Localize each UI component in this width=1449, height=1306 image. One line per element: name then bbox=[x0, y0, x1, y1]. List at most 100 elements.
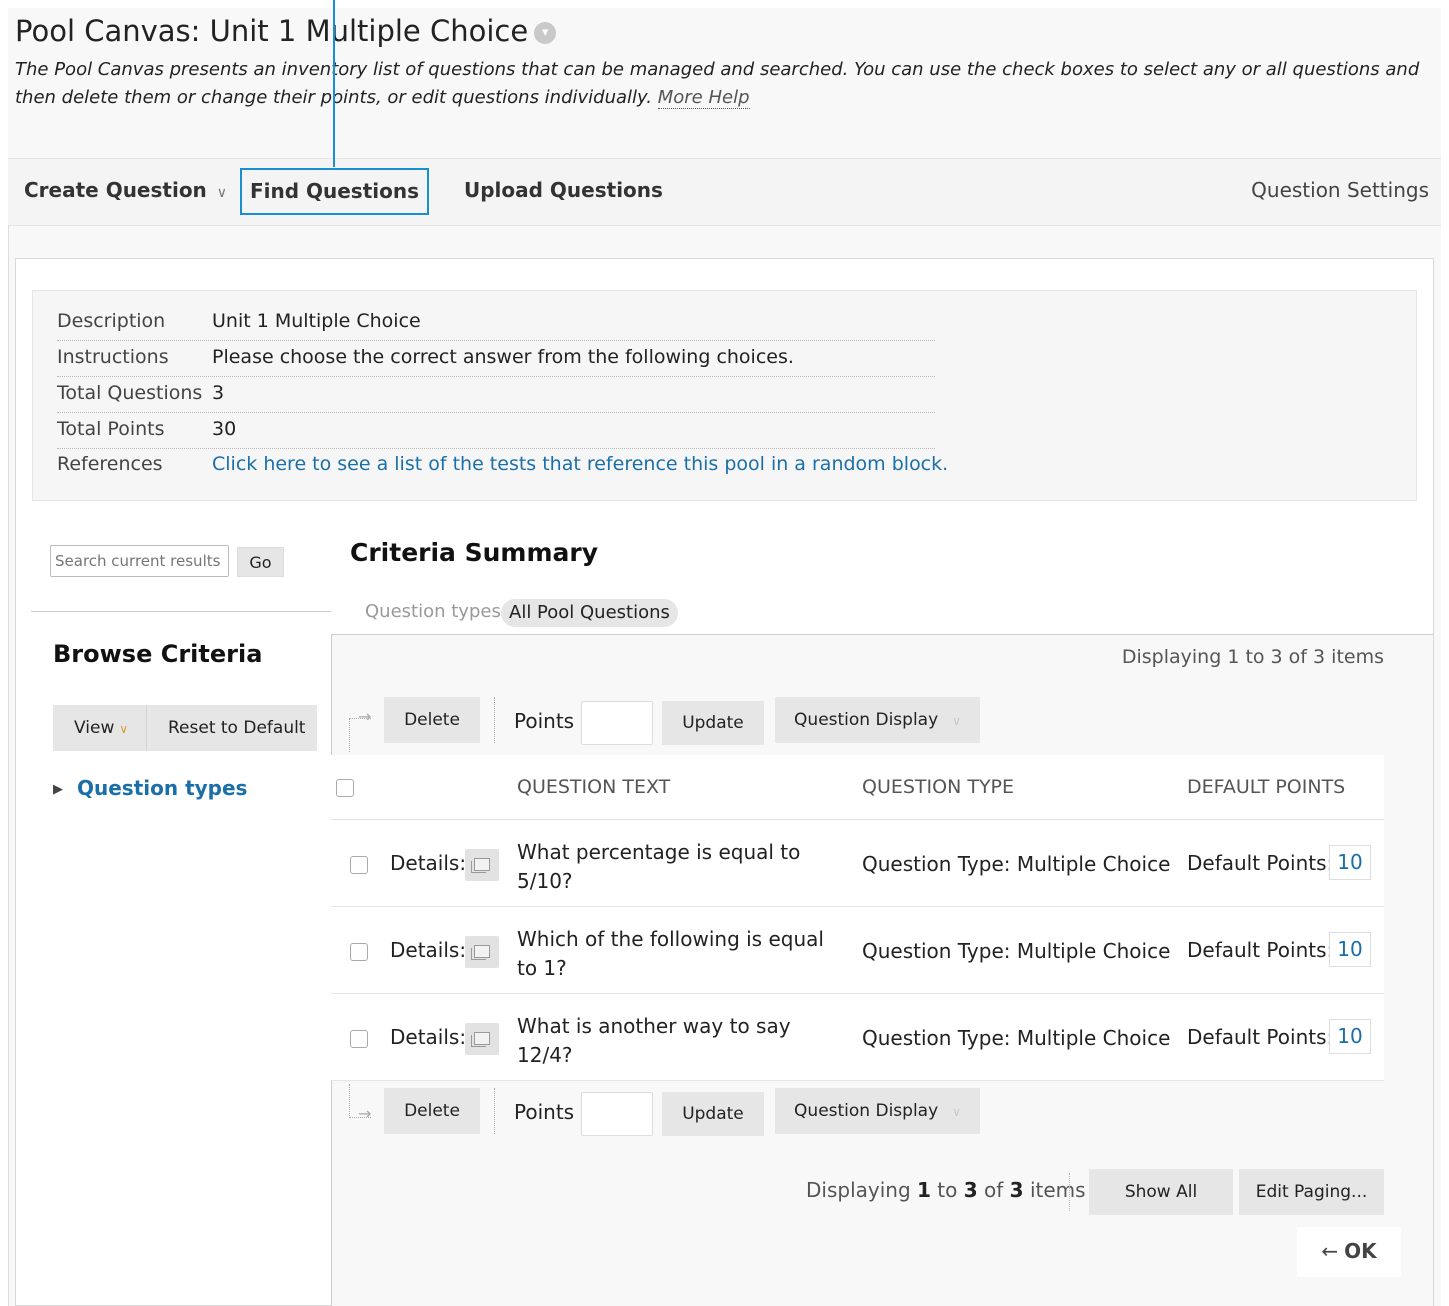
info-label: Instructions bbox=[57, 346, 169, 368]
update-button[interactable]: Update bbox=[662, 701, 764, 745]
view-reset-bar: View ∨ Reset to Default bbox=[53, 705, 317, 751]
delete-button[interactable]: Delete bbox=[384, 1088, 480, 1134]
question-display-label: Question Display bbox=[794, 710, 939, 730]
column-header-default-points[interactable]: DEFAULT POINTS bbox=[1187, 776, 1345, 798]
row-checkbox[interactable] bbox=[350, 1030, 368, 1048]
page-title-text: Pool Canvas: Unit 1 Multiple Choice bbox=[15, 14, 529, 48]
table-row: Details: Which of the following is equal… bbox=[331, 907, 1384, 994]
points-input[interactable] bbox=[581, 1092, 653, 1136]
details-label: Details: bbox=[390, 1025, 467, 1049]
view-button[interactable]: View ∨ bbox=[74, 718, 128, 738]
action-bar: Create Question ∨ Find Questions Upload Q… bbox=[8, 158, 1441, 226]
details-label: Details: bbox=[390, 851, 467, 875]
range-start: 1 bbox=[917, 1178, 931, 1202]
question-types-label: Question types bbox=[77, 776, 248, 800]
question-display-button[interactable]: Question Display ∨ bbox=[775, 1088, 980, 1134]
info-value: Unit 1 Multiple Choice bbox=[212, 310, 421, 332]
criteria-summary-heading: Criteria Summary bbox=[350, 538, 599, 567]
table-header: QUESTION TEXT QUESTION TYPE DEFAULT POIN… bbox=[331, 755, 1384, 820]
browse-criteria-heading: Browse Criteria bbox=[53, 640, 263, 668]
question-type: Question Type: Multiple Choice bbox=[862, 939, 1171, 963]
details-label: Details: bbox=[390, 938, 467, 962]
page-title: Pool Canvas: Unit 1 Multiple Choice ▾ bbox=[15, 14, 557, 48]
criteria-pill[interactable]: All Pool Questions bbox=[501, 599, 678, 627]
find-questions-button[interactable]: Find Questions bbox=[240, 168, 429, 215]
column-header-question-type[interactable]: QUESTION TYPE bbox=[862, 776, 1014, 798]
double-chevron-down-icon: ∨ bbox=[119, 722, 129, 736]
default-points-value[interactable]: 10 bbox=[1329, 1019, 1371, 1054]
double-chevron-down-icon: ∨ bbox=[952, 714, 961, 728]
ok-button[interactable]: ← OK bbox=[1297, 1227, 1401, 1277]
range-end: 3 bbox=[963, 1178, 978, 1202]
default-points-value[interactable]: 10 bbox=[1329, 845, 1371, 880]
column-header-question-text[interactable]: QUESTION TEXT bbox=[517, 776, 670, 798]
chevron-down-circle-icon[interactable]: ▾ bbox=[534, 22, 557, 44]
divider bbox=[494, 697, 495, 743]
more-help-link[interactable]: More Help bbox=[657, 87, 750, 109]
of-word: of bbox=[984, 1178, 1004, 1202]
question-settings-link[interactable]: Question Settings bbox=[1251, 178, 1429, 202]
question-text: What is another way to say 12/4? bbox=[517, 1014, 791, 1067]
question-text: Which of the following is equal to 1? bbox=[517, 927, 824, 980]
preview-window-icon[interactable] bbox=[465, 936, 499, 968]
question-display-button[interactable]: Question Display ∨ bbox=[775, 697, 980, 743]
preview-window-icon[interactable] bbox=[465, 1023, 499, 1055]
row-checkbox[interactable] bbox=[350, 943, 368, 961]
points-label: Points bbox=[514, 709, 575, 733]
page-instructions: The Pool Canvas presents an inventory li… bbox=[15, 56, 1435, 112]
info-label: References bbox=[57, 453, 163, 475]
row-checkbox[interactable] bbox=[350, 856, 368, 874]
points-label: Points bbox=[514, 1100, 575, 1124]
show-all-button[interactable]: Show All bbox=[1089, 1169, 1233, 1215]
preview-window-icon[interactable] bbox=[465, 849, 499, 881]
table-row: Details: What is another way to say 12/4… bbox=[331, 994, 1384, 1081]
info-row-description: Description Unit 1 Multiple Choice bbox=[57, 305, 935, 341]
create-question-label: Create Question bbox=[24, 178, 207, 202]
divider bbox=[1069, 1173, 1070, 1211]
double-chevron-down-icon: ∨ bbox=[952, 1105, 961, 1119]
to-word: to bbox=[937, 1178, 958, 1202]
info-label: Description bbox=[57, 310, 166, 332]
upload-questions-button[interactable]: Upload Questions bbox=[464, 178, 663, 202]
displaying-count: Displaying 1 to 3 of 3 items bbox=[1121, 646, 1384, 668]
update-button[interactable]: Update bbox=[662, 1092, 764, 1136]
pool-info-box: Description Unit 1 Multiple Choice Instr… bbox=[32, 290, 1417, 501]
info-row-total-questions: Total Questions 3 bbox=[57, 377, 935, 413]
criteria-label: Question types bbox=[365, 601, 501, 622]
reset-to-default-button[interactable]: Reset to Default bbox=[168, 718, 305, 738]
points-input[interactable] bbox=[581, 701, 653, 745]
bulk-arrow-icon: → bbox=[349, 707, 371, 752]
expand-triangle-icon: ▶ bbox=[53, 782, 63, 797]
info-row-instructions: Instructions Please choose the correct a… bbox=[57, 341, 935, 377]
question-display-label: Question Display bbox=[794, 1101, 939, 1121]
edit-paging-button[interactable]: Edit Paging... bbox=[1239, 1169, 1384, 1215]
divider bbox=[146, 705, 147, 751]
info-label: Total Points bbox=[57, 418, 165, 440]
info-value: Please choose the correct answer from th… bbox=[212, 346, 794, 368]
bulk-arrow-icon: → bbox=[349, 1084, 371, 1123]
default-points-value[interactable]: 10 bbox=[1329, 932, 1371, 967]
info-label: Total Questions bbox=[57, 382, 203, 404]
question-type: Question Type: Multiple Choice bbox=[862, 1026, 1171, 1050]
chevron-down-icon: ∨ bbox=[216, 185, 228, 201]
info-row-references: References Click here to see a list of t… bbox=[57, 448, 948, 484]
info-value: 3 bbox=[212, 382, 225, 404]
displaying-count-bottom: Displaying 1 to 3 of 3 items bbox=[806, 1178, 1086, 1202]
arrow-left-icon: ← bbox=[1321, 1239, 1339, 1263]
search-input[interactable] bbox=[50, 545, 229, 577]
go-button[interactable]: Go bbox=[237, 547, 284, 577]
question-type: Question Type: Multiple Choice bbox=[862, 852, 1171, 876]
delete-button[interactable]: Delete bbox=[384, 697, 480, 743]
references-link[interactable]: Click here to see a list of the tests th… bbox=[212, 453, 948, 475]
view-label: View bbox=[74, 718, 115, 738]
select-all-checkbox[interactable] bbox=[336, 779, 354, 797]
create-question-menu[interactable]: Create Question ∨ bbox=[24, 178, 227, 202]
table-row: Details: What percentage is equal to 5/1… bbox=[331, 820, 1384, 907]
default-points-label: Default Points: bbox=[1187, 851, 1334, 875]
total-count: 3 bbox=[1009, 1178, 1024, 1202]
info-value: 30 bbox=[212, 418, 237, 440]
ok-label: OK bbox=[1344, 1239, 1377, 1263]
divider bbox=[31, 611, 331, 612]
divider bbox=[494, 1088, 495, 1134]
question-types-toggle[interactable]: ▶ Question types bbox=[53, 776, 247, 800]
